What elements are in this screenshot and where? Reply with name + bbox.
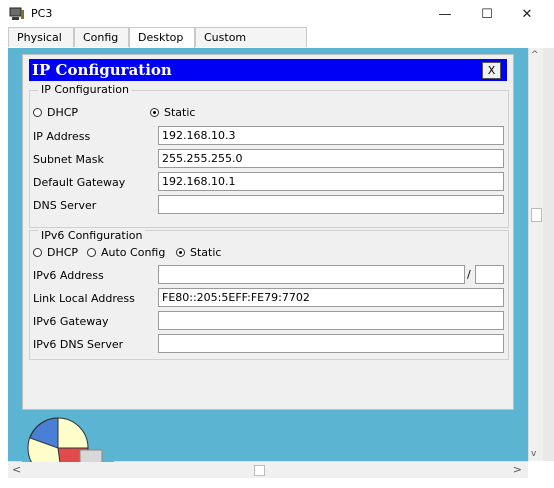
tab-config[interactable]: Config <box>74 27 129 47</box>
desktop-app-pie-chart-icon[interactable] <box>22 410 114 462</box>
ip-configuration-dialog: IP Configuration X IP Configuration DHCP… <box>22 54 514 410</box>
ipv6-dns-server-label: IPv6 DNS Server <box>33 338 124 351</box>
scroll-right-arrow[interactable]: > <box>513 463 522 476</box>
radio-circle-selected <box>176 248 185 257</box>
ipv6-static-label: Static <box>190 246 222 259</box>
maximize-button[interactable]: ☐ <box>466 0 508 28</box>
ipv6-address-field[interactable] <box>158 265 465 284</box>
scroll-down-arrow[interactable]: v <box>531 449 536 459</box>
ip-address-field[interactable]: 192.168.10.3 <box>158 126 504 145</box>
tab-bar: Physical Config Desktop Custom Interface <box>8 27 554 64</box>
prefix-separator: / <box>467 268 471 281</box>
dns-server-label: DNS Server <box>33 199 97 212</box>
ipv6-dhcp-label: DHCP <box>47 246 79 259</box>
title-bar: PC3 — ☐ ✕ <box>0 0 554 28</box>
ipv4-static-radio[interactable]: Static <box>150 106 195 119</box>
ipv6-gateway-field[interactable] <box>158 311 504 330</box>
default-gateway-field[interactable]: 192.168.10.1 <box>158 172 504 191</box>
scroll-left-arrow[interactable]: < <box>12 463 21 476</box>
scroll-up-arrow[interactable]: ^ <box>531 50 539 60</box>
dialog-close-button[interactable]: X <box>482 62 501 79</box>
ipv6-static-radio[interactable]: Static <box>176 246 221 259</box>
dns-server-field[interactable] <box>158 195 504 214</box>
ipv4-dhcp-label: DHCP <box>47 106 79 119</box>
ipv6-auto-config-label: Auto Config <box>101 246 166 259</box>
ipv6-dhcp-radio[interactable]: DHCP <box>33 246 78 259</box>
dialog-title-bar: IP Configuration X <box>29 59 507 81</box>
horizontal-scrollbar[interactable]: < > <box>8 461 528 478</box>
ipv6-gateway-label: IPv6 Gateway <box>33 315 109 328</box>
dialog-title: IP Configuration <box>32 61 172 79</box>
subnet-mask-label: Subnet Mask <box>33 153 104 166</box>
default-gateway-label: Default Gateway <box>33 176 126 189</box>
vertical-scroll-thumb[interactable] <box>531 208 542 222</box>
radio-circle <box>87 248 96 257</box>
ipv6-auto-config-radio[interactable]: Auto Config <box>87 246 165 259</box>
ipv4-legend: IP Configuration <box>38 83 132 96</box>
radio-circle <box>33 248 42 257</box>
tab-desktop[interactable]: Desktop <box>129 27 195 49</box>
ipv6-dns-server-field[interactable] <box>158 334 504 353</box>
link-local-address-label: Link Local Address <box>33 292 135 305</box>
ipv6-address-label: IPv6 Address <box>33 269 104 282</box>
ipv6-group: IPv6 Configuration DHCP Auto Config Stat… <box>29 229 509 360</box>
subnet-mask-field[interactable]: 255.255.255.0 <box>158 149 504 168</box>
link-local-address-field[interactable]: FE80::205:5EFF:FE79:7702 <box>158 288 504 307</box>
ipv4-dhcp-radio[interactable]: DHCP <box>33 106 78 119</box>
vertical-scrollbar[interactable]: ^ v <box>528 48 543 461</box>
ip-address-label: IP Address <box>33 130 91 143</box>
ipv6-legend: IPv6 Configuration <box>38 229 146 242</box>
window-title: PC3 <box>31 7 53 20</box>
tab-physical[interactable]: Physical <box>8 27 74 47</box>
pc-icon <box>9 7 24 20</box>
close-window-button[interactable]: ✕ <box>506 0 548 28</box>
ipv4-group: IP Configuration DHCP Static IP Address … <box>29 83 509 228</box>
radio-circle-selected <box>150 108 159 117</box>
tab-custom-interface[interactable]: Custom Interface <box>195 27 307 64</box>
ipv4-static-label: Static <box>164 106 196 119</box>
minimize-button[interactable]: — <box>424 0 466 28</box>
ipv6-prefix-field[interactable] <box>475 265 504 284</box>
horizontal-scroll-thumb[interactable] <box>254 465 265 476</box>
pie-chart-icon <box>22 410 114 462</box>
radio-circle <box>33 108 42 117</box>
